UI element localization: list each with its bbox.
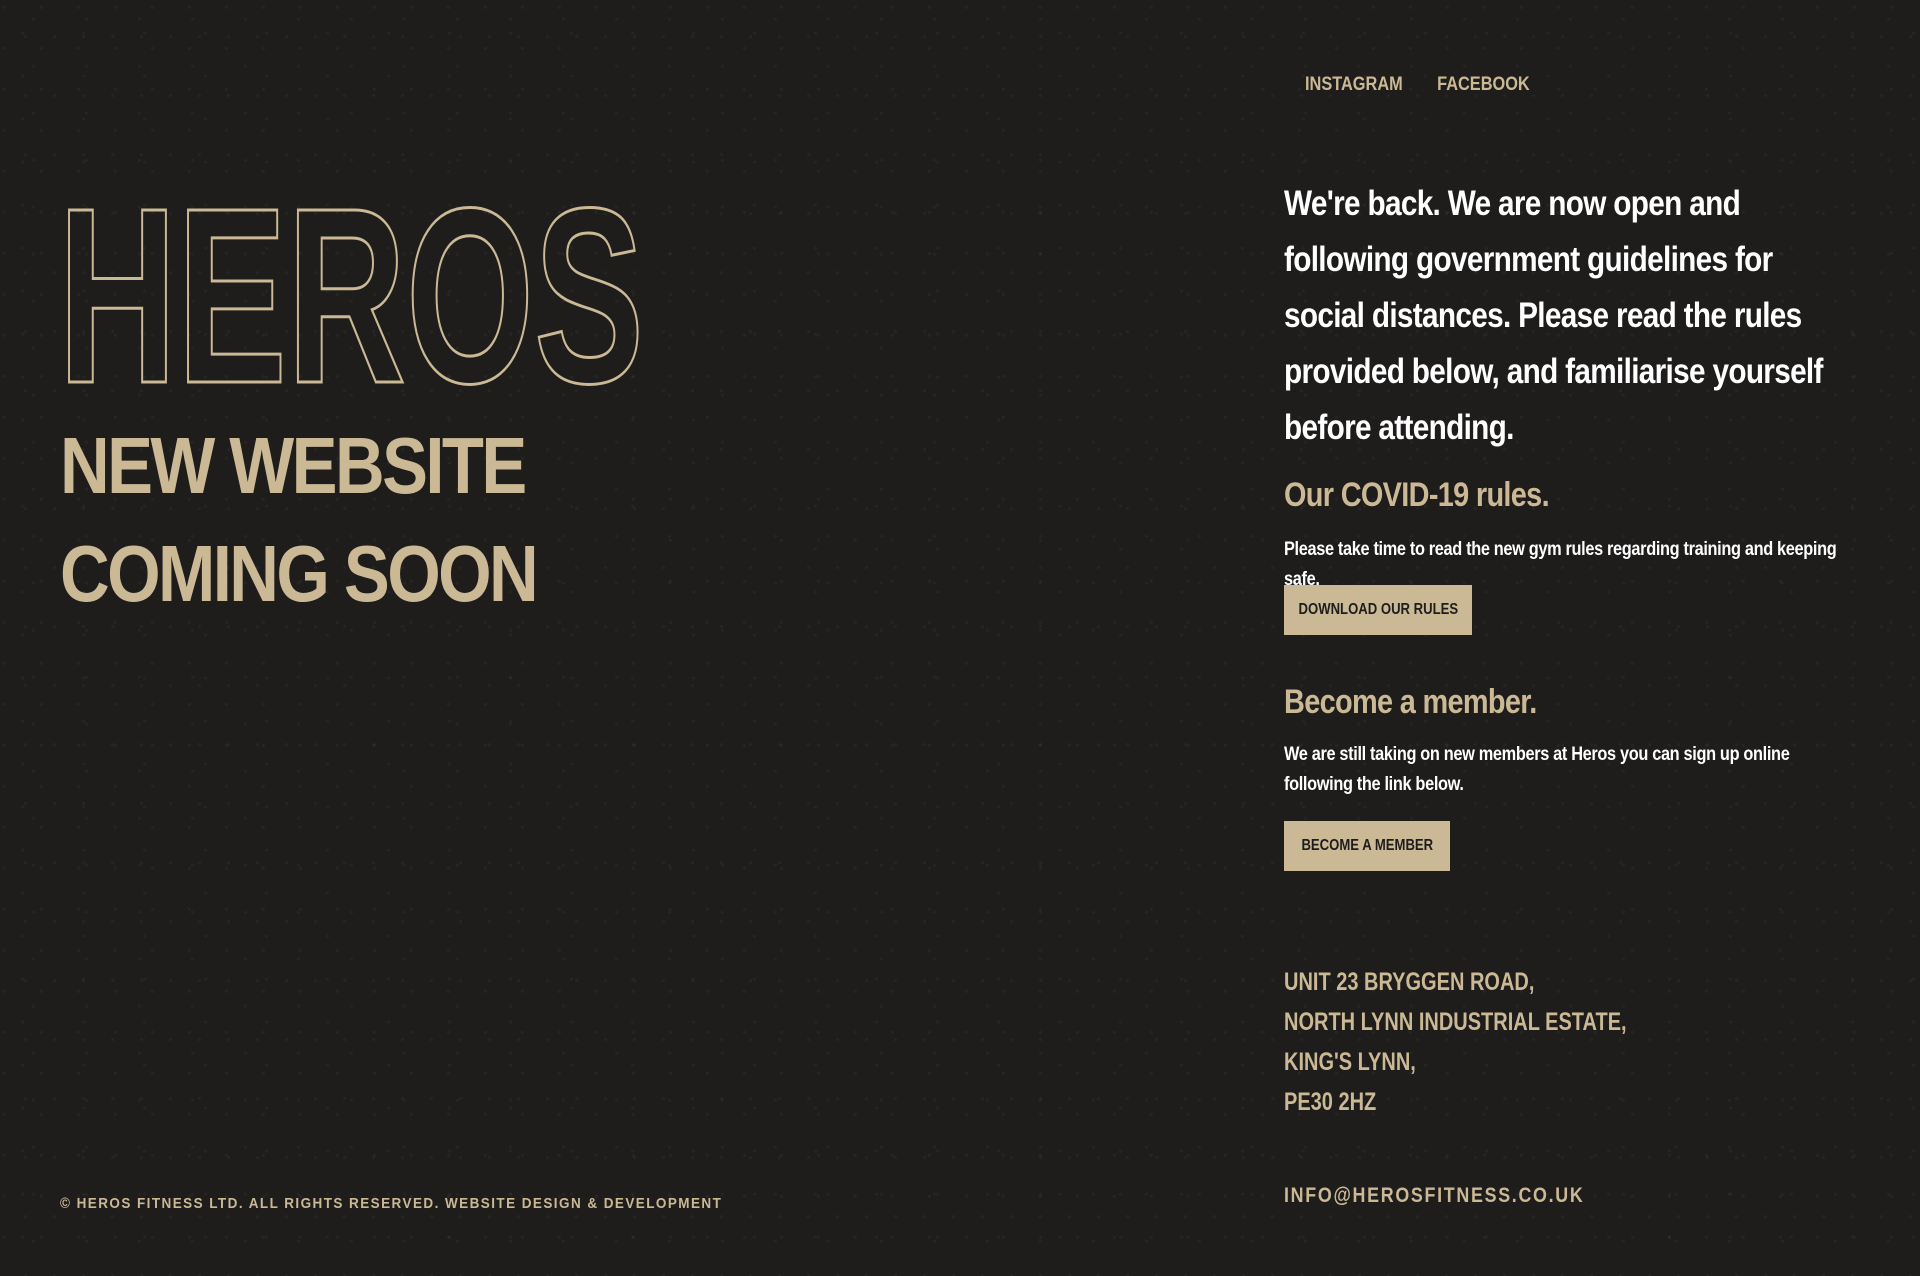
- logo-text: HEROS: [58, 170, 644, 392]
- membership-title: Become a member.: [1284, 683, 1537, 721]
- become-member-button-label: BECOME A MEMBER: [1301, 837, 1433, 854]
- heros-logo-outline: HEROS: [58, 170, 646, 392]
- instagram-link[interactable]: INSTAGRAM: [1305, 74, 1403, 96]
- download-rules-button[interactable]: DOWNLOAD OUR RULES: [1284, 585, 1472, 635]
- address-line-1: UNIT 23 BRYGGEN ROAD,: [1284, 968, 1535, 996]
- membership-text: We are still taking on new members at He…: [1284, 744, 1790, 795]
- page: HEROS NEW WEBSITE COMING SOON © HEROS FI…: [0, 0, 1920, 1276]
- download-rules-button-label: DOWNLOAD OUR RULES: [1298, 601, 1458, 618]
- address-line-4: PE30 2HZ: [1284, 1088, 1377, 1116]
- intro-text: We're back. We are now open and followin…: [1284, 184, 1823, 447]
- headline-line-1: NEW WEBSITE: [60, 421, 527, 510]
- become-member-button[interactable]: BECOME A MEMBER: [1284, 821, 1450, 871]
- facebook-link[interactable]: FACEBOOK: [1437, 74, 1530, 96]
- copyright-text: © HEROS FITNESS LTD. ALL RIGHTS RESERVED…: [60, 1195, 723, 1212]
- email-link[interactable]: INFO@HEROSFITNESS.CO.UK: [1284, 1184, 1584, 1208]
- heros-logo: HEROS: [58, 170, 648, 392]
- coming-soon-headline: NEW WEBSITE COMING SOON: [60, 412, 539, 628]
- address-line-3: KING'S LYNN,: [1284, 1048, 1416, 1076]
- address-line-2: NORTH LYNN INDUSTRIAL ESTATE,: [1284, 1008, 1627, 1036]
- headline-line-2: COMING SOON: [60, 529, 539, 618]
- social-links: INSTAGRAM FACEBOOK: [1305, 74, 1530, 96]
- covid-rules-title: Our COVID-19 rules.: [1284, 476, 1550, 514]
- address-block: UNIT 23 BRYGGEN ROAD, NORTH LYNN INDUSTR…: [1284, 962, 1627, 1122]
